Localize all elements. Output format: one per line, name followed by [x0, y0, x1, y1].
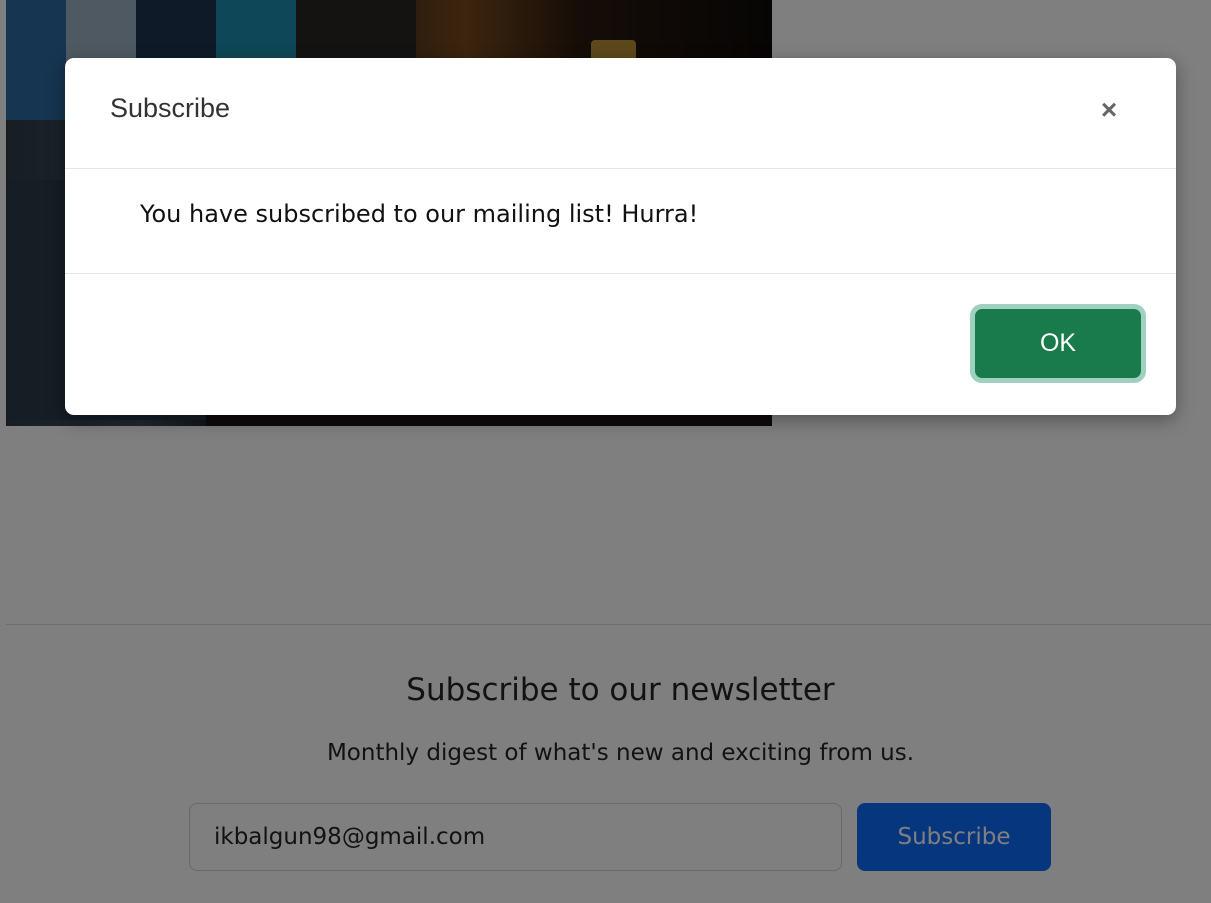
- modal-body: You have subscribed to our mailing list!…: [65, 169, 1176, 274]
- close-icon[interactable]: ×: [1094, 92, 1124, 128]
- ok-button[interactable]: OK: [970, 304, 1146, 383]
- subscribe-modal: Subscribe × You have subscribed to our m…: [65, 58, 1176, 415]
- modal-title: Subscribe: [110, 93, 231, 123]
- modal-header: Subscribe ×: [65, 58, 1176, 169]
- modal-footer: OK: [65, 274, 1176, 415]
- page: Subscribe to our newsletter Monthly dige…: [0, 0, 1211, 903]
- modal-message: You have subscribed to our mailing list!…: [140, 200, 699, 228]
